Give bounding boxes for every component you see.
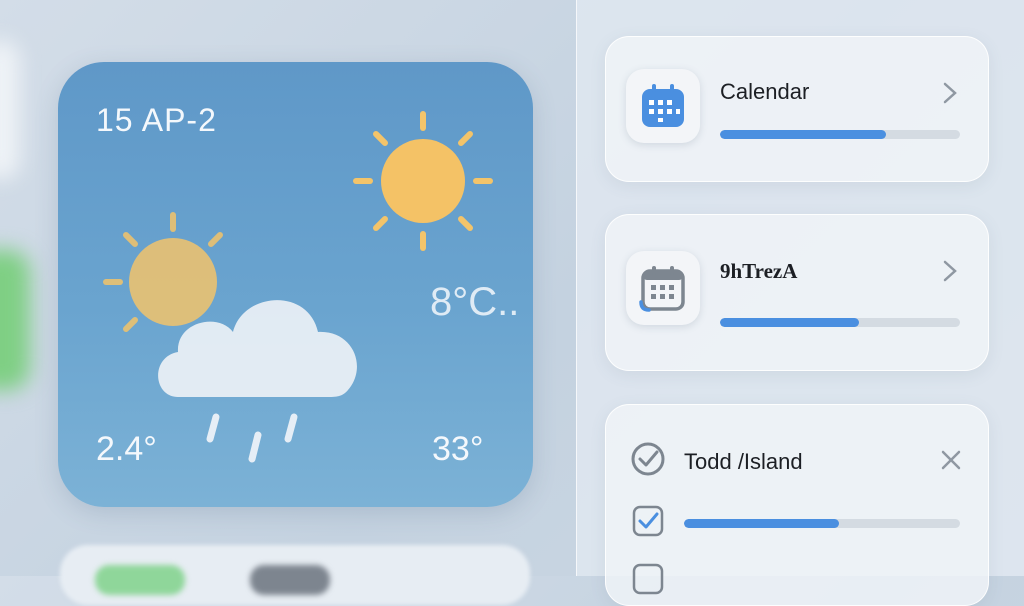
low-temperature: 2.4°: [96, 430, 157, 468]
progress-bar-fill: [720, 130, 886, 139]
calendar-card-secondary[interactable]: 9hTrezA: [605, 214, 989, 371]
calendar-card[interactable]: Calendar: [605, 36, 989, 182]
cloud-icon: [158, 300, 357, 397]
checked-checkbox-icon[interactable]: [632, 505, 664, 537]
background-app-icon: [250, 565, 330, 595]
high-temperature: 33°: [432, 430, 484, 468]
card-title: Todd /Island: [684, 449, 803, 474]
card-title: Calendar: [720, 79, 810, 104]
calendar-app-icon[interactable]: [626, 69, 700, 143]
progress-bar-fill: [684, 519, 839, 528]
unchecked-checkbox-icon[interactable]: [632, 563, 664, 595]
current-temperature: 8°C..: [430, 280, 520, 324]
chevron-right-icon[interactable]: [940, 81, 960, 105]
todo-progress-bar: [684, 519, 960, 528]
checkmark-circle-icon: [631, 442, 665, 476]
background-app-icon: [0, 40, 20, 180]
progress-bar: [720, 130, 960, 139]
background-app-icon: [95, 565, 185, 595]
weather-widget[interactable]: 15 AP-2 8°C.. 2.4° 33°: [58, 62, 533, 507]
calendar-icon: [639, 266, 685, 312]
rain-icon: [206, 413, 298, 463]
weather-date: 15 AP-2: [96, 102, 217, 138]
chevron-right-icon[interactable]: [940, 259, 960, 283]
calendar-app-icon[interactable]: [626, 251, 700, 325]
background-app-icon: [0, 250, 30, 390]
progress-bar-fill: [720, 318, 860, 327]
progress-bar: [720, 318, 960, 327]
sun-icon: [353, 111, 493, 251]
close-icon[interactable]: [940, 449, 962, 471]
card-title: 9hTrezA: [720, 259, 798, 283]
calendar-icon: [642, 84, 684, 127]
